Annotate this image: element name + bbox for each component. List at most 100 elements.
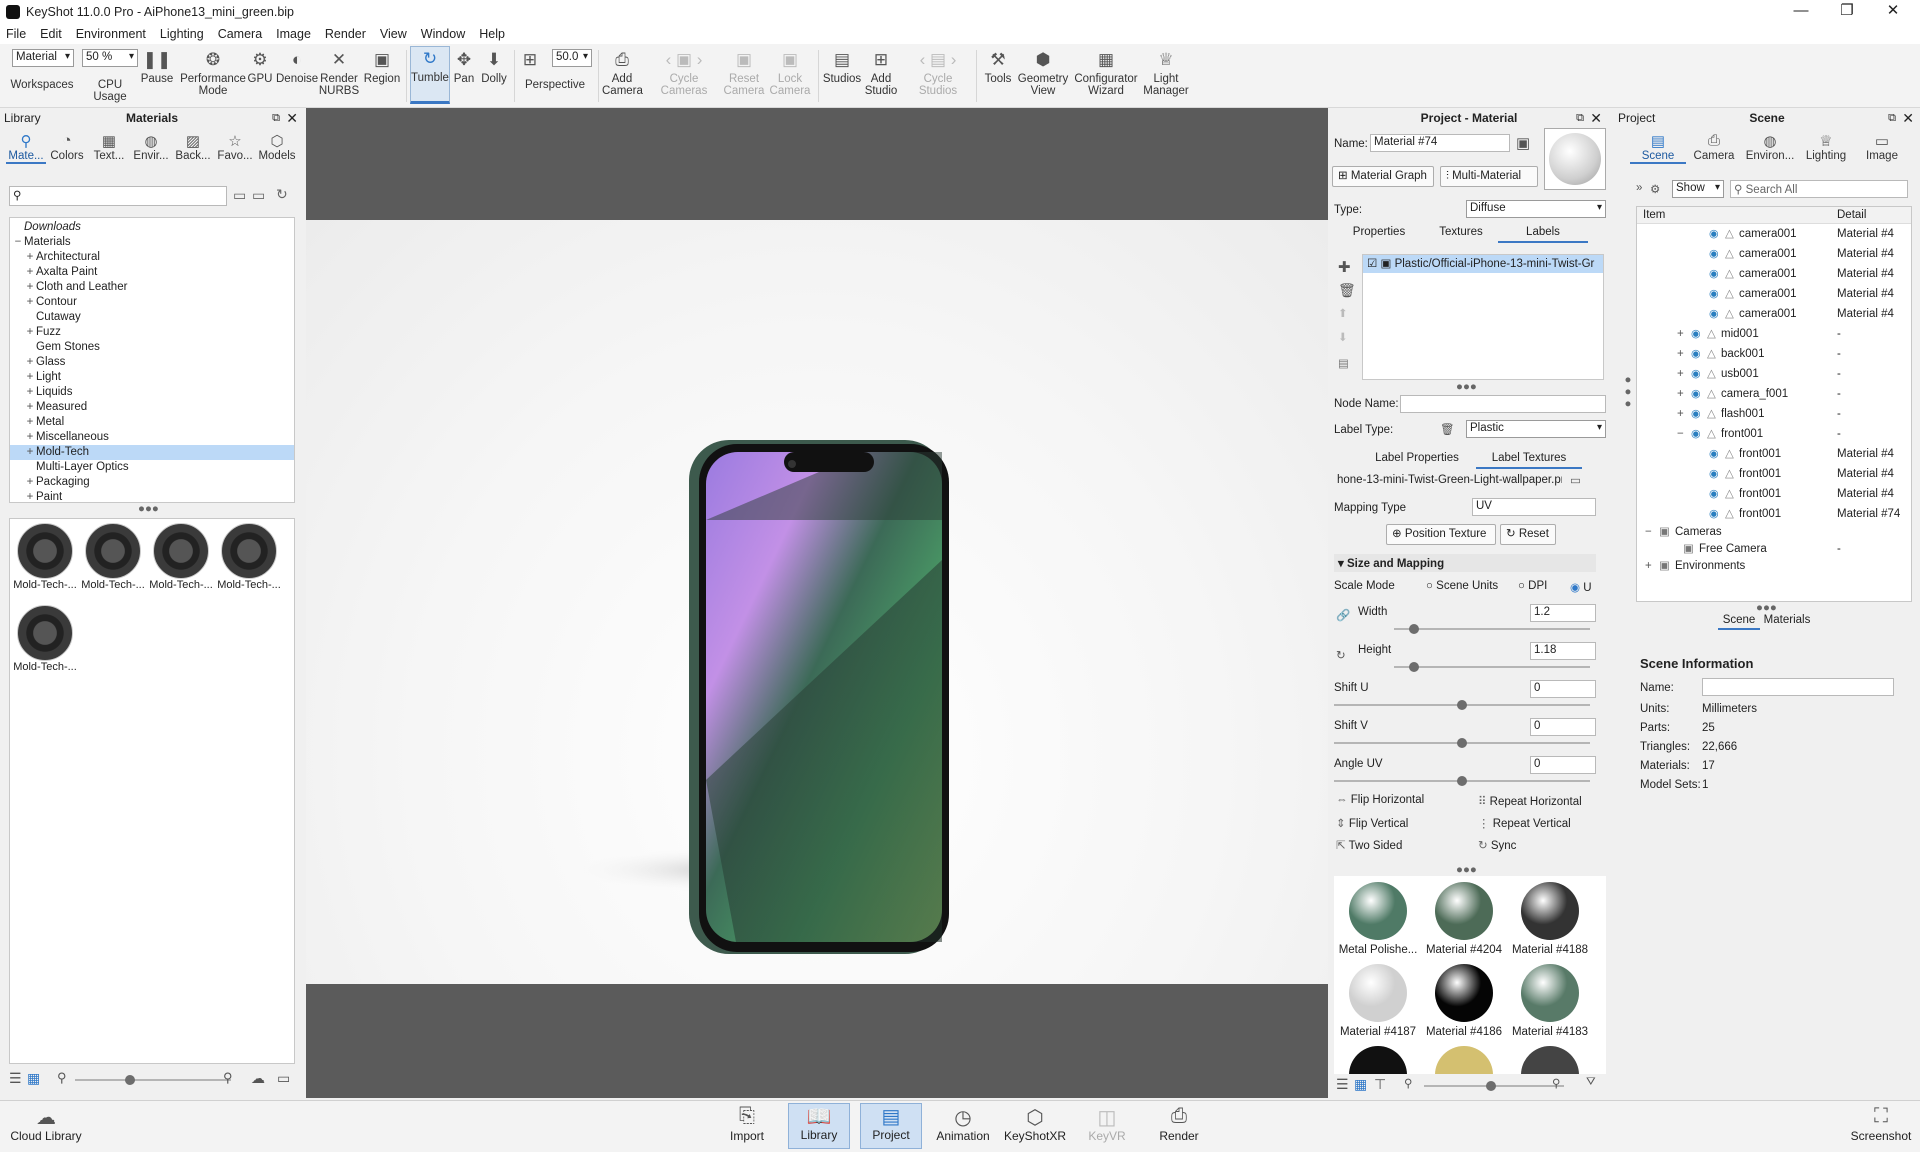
expand-icon[interactable]: +	[1645, 558, 1652, 575]
scene-tree-row[interactable]: ◉ △ camera001 Material #4	[1637, 284, 1911, 304]
free-camera-node[interactable]: ▣ Free Camera -	[1637, 541, 1911, 558]
visibility-eye-icon[interactable]: ◉	[1691, 384, 1701, 404]
library-button[interactable]: 📖 Library	[788, 1103, 850, 1149]
light-manager-button[interactable]: ♕ Light Manager	[1142, 48, 1190, 97]
pan-button[interactable]: ✥ Pan	[452, 48, 476, 85]
visibility-eye-icon[interactable]: ◉	[1709, 484, 1719, 504]
scene-name-field[interactable]	[1702, 678, 1894, 696]
param-value-field[interactable]: 0	[1530, 756, 1596, 774]
scene-tree-row[interactable]: ◉ △ front001 Material #74	[1637, 504, 1911, 524]
library-tree-item[interactable]: + Axalta Paint	[10, 265, 294, 280]
link-icon[interactable]: 🔗	[1336, 608, 1350, 622]
expand-icon[interactable]: +	[24, 265, 36, 280]
open-folder-icon[interactable]: ▭	[1570, 473, 1581, 487]
list-view-icon[interactable]: ☰	[9, 1070, 22, 1087]
tab-label-properties[interactable]: Label Properties	[1334, 452, 1476, 469]
expand-icon[interactable]: +	[24, 385, 36, 400]
slider-knob[interactable]	[1408, 624, 1419, 634]
project-button[interactable]: ▤ Project	[860, 1103, 922, 1149]
scene-tree-row[interactable]: ◉ △ front001 Material #4	[1637, 444, 1911, 464]
expand-icon[interactable]: +	[1677, 364, 1684, 384]
scene-tree-row[interactable]: ◉ △ front001 Material #4	[1637, 464, 1911, 484]
import-button[interactable]: ⎘ Import	[716, 1105, 778, 1143]
undock-icon[interactable]: ⧉	[1576, 108, 1584, 128]
scene-tree-row[interactable]: + ◉ △ flash001 -	[1637, 404, 1911, 424]
library-tree-item[interactable]: + Mold-Tech	[10, 445, 294, 460]
expand-panel-icon[interactable]: »	[1636, 182, 1642, 194]
import-folder-icon[interactable]: ▭	[277, 1070, 290, 1087]
menu-help[interactable]: Help	[479, 27, 505, 41]
visibility-eye-icon[interactable]: ◉	[1709, 264, 1719, 284]
splitter-dots[interactable]: ●●●	[1756, 602, 1777, 614]
add-label-icon[interactable]: ✚	[1338, 258, 1351, 276]
expand-icon[interactable]: +	[24, 400, 36, 415]
splitter-dots[interactable]: ●●●	[1456, 864, 1477, 876]
zoom-out-icon[interactable]: ⚲	[57, 1070, 67, 1086]
expand-icon[interactable]: +	[24, 430, 36, 445]
library-tree-item[interactable]: + Metal	[10, 415, 294, 430]
material-name-field[interactable]: Material #74	[1370, 134, 1510, 152]
material-swatch[interactable]	[1521, 1046, 1579, 1074]
library-tree-item[interactable]: Gem Stones	[10, 340, 294, 355]
region-button[interactable]: ▣ Region	[362, 48, 402, 85]
library-tree-item[interactable]: + Fuzz	[10, 325, 294, 340]
render-canvas[interactable]	[306, 220, 1328, 984]
splitter-dots[interactable]: ●●●	[1456, 381, 1477, 393]
visibility-eye-icon[interactable]: ◉	[1709, 464, 1719, 484]
tools-button[interactable]: ⚒ Tools	[980, 48, 1016, 85]
close-panel-icon[interactable]: ✕	[1902, 108, 1914, 128]
library-tree-item[interactable]: + Paint	[10, 490, 294, 502]
minimize-button[interactable]: —	[1778, 0, 1824, 24]
animation-button[interactable]: ◷ Animation	[932, 1105, 994, 1143]
zoom-out-icon[interactable]: ⚲	[1404, 1076, 1412, 1090]
cloud-library-button[interactable]: ☁ Cloud Library	[10, 1105, 82, 1143]
splitter-dots[interactable]: ●●●	[138, 503, 159, 515]
menu-lighting[interactable]: Lighting	[160, 27, 204, 41]
perspective-button[interactable]: Perspective	[520, 79, 590, 91]
workspace-combo[interactable]: Material	[12, 49, 74, 67]
visibility-eye-icon[interactable]: ◉	[1709, 444, 1719, 464]
menu-environment[interactable]: Environment	[76, 27, 146, 41]
material-graph-button[interactable]: ⊞ Material Graph	[1332, 166, 1434, 187]
visibility-eye-icon[interactable]: ◉	[1709, 244, 1719, 264]
tab-properties[interactable]: Properties	[1334, 226, 1424, 243]
close-panel-icon[interactable]: ✕	[1590, 108, 1602, 128]
material-swatch[interactable]	[1349, 964, 1407, 1022]
material-thumbnail[interactable]: Mold-Tech-...	[80, 523, 146, 601]
expand-icon[interactable]: +	[24, 490, 36, 502]
node-name-field[interactable]	[1400, 395, 1606, 413]
tab-scene-info[interactable]: Scene	[1718, 614, 1760, 630]
close-panel-icon[interactable]: ✕	[286, 108, 298, 128]
scene-tree-row[interactable]: ◉ △ camera001 Material #4	[1637, 244, 1911, 264]
scene-tree-row[interactable]: + ◉ △ back001 -	[1637, 344, 1911, 364]
checkbox-repeat-horizontal[interactable]: ⠿ Repeat Horizontal	[1478, 794, 1582, 808]
scene-tree-row[interactable]: ◉ △ camera001 Material #4	[1637, 304, 1911, 324]
show-select[interactable]: Show	[1672, 180, 1724, 198]
filter-icon[interactable]: ⛛	[1586, 1076, 1596, 1089]
param-slider[interactable]	[1334, 700, 1590, 710]
render-button[interactable]: ⎙ Render	[1148, 1105, 1210, 1143]
maximize-button[interactable]: ❐	[1824, 0, 1870, 24]
expand-icon[interactable]: +	[1677, 384, 1684, 404]
zoom-in-icon[interactable]: ⚲	[1552, 1076, 1560, 1090]
add-studio-button[interactable]: ⊞ Add Studio	[862, 48, 900, 97]
cycle-cameras-button[interactable]: ‹ ▣ › Cycle Cameras	[652, 48, 716, 97]
tab-image[interactable]: ▭ Image	[1854, 132, 1910, 164]
library-tree-item[interactable]: + Cloth and Leather	[10, 280, 294, 295]
material-swatch[interactable]	[1521, 882, 1579, 940]
material-thumbnail[interactable]: Mold-Tech-...	[148, 523, 214, 601]
param-value-field[interactable]: 0	[1530, 680, 1596, 698]
menu-image[interactable]: Image	[276, 27, 311, 41]
cloud-upload-icon[interactable]: ☁	[251, 1070, 265, 1087]
library-tree-item[interactable]: + Packaging	[10, 475, 294, 490]
checkbox-flip-horizontal[interactable]: ⇔ Flip Horizontal	[1336, 794, 1424, 806]
pause-button[interactable]: ❚❚ Pause	[140, 48, 174, 85]
geometry-view-button[interactable]: ⬢ Geometry View	[1016, 48, 1070, 97]
scene-tree-row[interactable]: ◉ △ front001 Material #4	[1637, 484, 1911, 504]
close-button[interactable]: ✕	[1870, 0, 1916, 24]
library-tree-item[interactable]: + Architectural	[10, 250, 294, 265]
slider-knob[interactable]	[1408, 662, 1419, 672]
slider-knob[interactable]	[1457, 738, 1467, 748]
scene-tree-row[interactable]: − ◉ △ front001 -	[1637, 424, 1911, 444]
scene-tree-row[interactable]: + ◉ △ mid001 -	[1637, 324, 1911, 344]
